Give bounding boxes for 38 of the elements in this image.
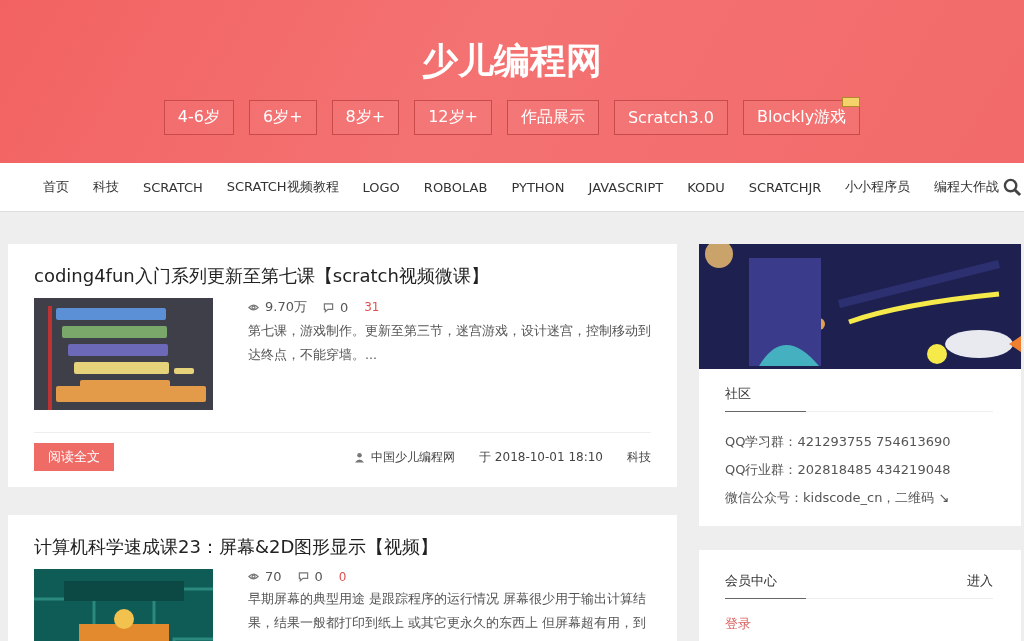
article-excerpt: 第七课，游戏制作。更新至第三节，迷宫游戏，设计迷宫，控制移动到达终点，不能穿墙。... [248,322,651,364]
article-category[interactable]: 科技 [627,448,651,466]
like-count: 0 [338,569,347,584]
view-count: 70 [265,569,282,584]
nav-link[interactable]: LOGO [362,179,400,195]
article-excerpt: 早期屏幕的典型用途 是跟踪程序的运行情况 屏幕很少用于输出计算结果，结果一般都打印到纸上 或其它更永久的东西上 但屏幕超有用，到 [248,590,647,632]
comment-count: 0 [314,569,323,584]
view-count: 9.70万 [265,298,307,316]
comment-count: 0 [339,299,349,315]
user-icon [354,451,366,463]
widget-title: 社区 [725,385,751,403]
login-link[interactable]: 登录 [725,615,993,633]
like-count: 31 [364,300,380,314]
search-icon[interactable] [1003,177,1023,197]
article-title[interactable]: coding4fun入门系列更新至第七课【scratch视频微课】 [34,262,651,290]
enter-link[interactable]: 进入 [967,572,993,590]
community-info: QQ行业群：202818485 434219048 [725,461,952,479]
article-title[interactable]: 计算机科学速成课23：屏幕&2D图形显示【视频】 [34,533,651,561]
comment-icon [322,301,334,313]
nav-link[interactable]: 编程大作战 [934,178,1000,196]
eye-icon [248,571,259,582]
article-date: 于 2018-10-01 18:10 [479,448,603,466]
community-info: QQ学习群：421293755 754613690 [725,433,952,451]
nav-link[interactable]: ROBOLAB [423,179,488,195]
nav-link[interactable]: SCRATCH [143,179,203,195]
nav-link[interactable]: 小小程序员 [845,178,911,196]
widget-title: 会员中心 [725,572,777,590]
comment-icon [297,571,309,582]
article-author[interactable]: 中国少儿编程网 [371,448,456,466]
nav-link[interactable]: SCRATCH视频教程 [226,178,339,196]
site-title: 少儿编程网 [422,39,602,83]
nav-link[interactable]: SCRATCHJR [748,179,822,195]
nav-link[interactable]: JAVASCRIPT [588,179,664,195]
nav-link[interactable]: PYTHON [511,179,565,195]
nav-link[interactable]: KODU [687,179,725,195]
nav-link[interactable]: 首页 [43,178,69,196]
community-info: 微信公众号：kidscode_cn，二维码 ↘ [725,489,951,507]
nav-link[interactable]: 科技 [93,178,119,196]
